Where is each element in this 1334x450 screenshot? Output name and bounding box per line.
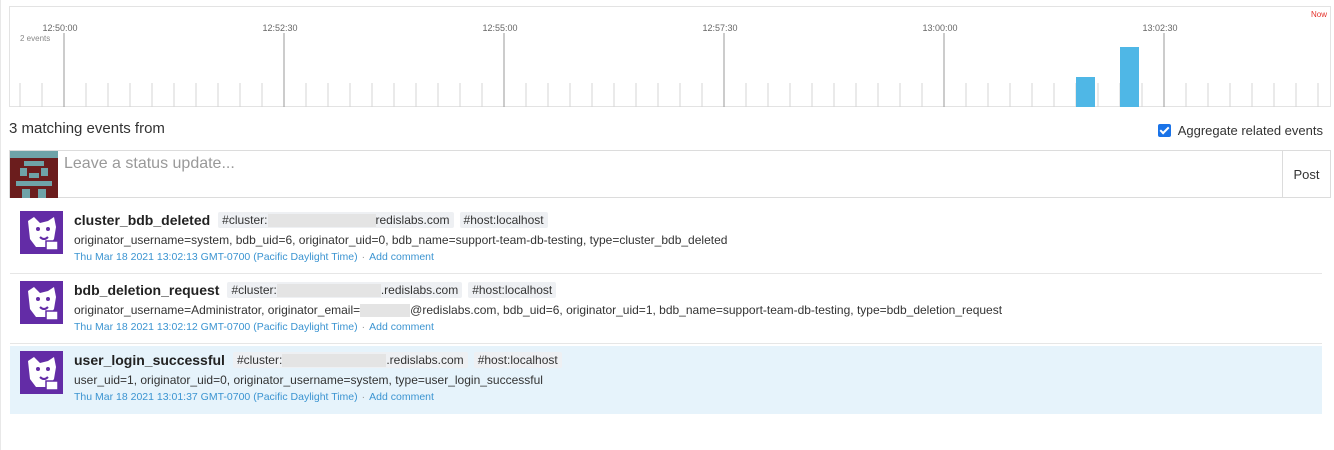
datadog-logo-icon [20, 211, 63, 254]
add-comment-link[interactable]: Add comment [369, 321, 434, 333]
cluster-tag-suffix: redislabs.com [375, 213, 450, 227]
event-body-text: originator_username=Administrator, origi… [74, 303, 361, 317]
matching-events-title: 3 matching events from [9, 120, 165, 137]
event-title[interactable]: cluster_bdb_deleted [74, 212, 210, 228]
cluster-tag-prefix: #cluster: [236, 353, 283, 367]
redacted-block [360, 303, 411, 317]
event-body-text: originator_username=system, bdb_uid=6, o… [74, 233, 728, 247]
aggregate-checkbox[interactable] [1157, 124, 1171, 137]
event-meta: Thu Mar 18 2021 13:02:12 GMT-0700 (Pacif… [74, 321, 434, 333]
host-tag[interactable]: #host:localhost [459, 212, 548, 228]
page-left-border [0, 0, 2, 450]
timeline-events-label: 2 events [20, 34, 51, 43]
timeline-event-bar[interactable] [1076, 77, 1095, 107]
timeline-time-label: 13:02:30 [1142, 23, 1178, 33]
event-item: user_login_successful #cluster: .redislab… [10, 346, 1322, 414]
event-body: user_uid=1, originator_uid=0, originator… [74, 373, 543, 387]
timeline-time-label: 12:57:30 [702, 23, 738, 33]
datadog-logo-icon [20, 281, 63, 324]
event-body: originator_username=system, bdb_uid=6, o… [74, 233, 727, 247]
event-divider [10, 343, 1322, 344]
datadog-logo-icon [20, 351, 63, 394]
host-tag[interactable]: #host:localhost [473, 352, 562, 368]
status-update-box: Leave a status update... Post [9, 150, 1331, 198]
post-button[interactable]: Post [1282, 151, 1330, 197]
meta-separator: · [361, 391, 366, 403]
timeline-time-label: 13:00:00 [922, 23, 958, 33]
timeline-time-label: 12:50:00 [42, 23, 78, 33]
event-meta: Thu Mar 18 2021 13:01:37 GMT-0700 (Pacif… [74, 391, 434, 403]
event-timeline[interactable]: 2 events Now 12:50:00 12:52:30 12:55:00 … [9, 6, 1331, 107]
cluster-tag[interactable]: #cluster: redislabs.com [218, 212, 454, 228]
event-date[interactable]: Thu Mar 18 2021 13:02:12 GMT-0700 (Pacif… [74, 321, 358, 333]
redacted-block [282, 353, 387, 367]
cluster-tag-prefix: #cluster: [231, 283, 277, 297]
event-divider [10, 273, 1322, 274]
timeline-now-label: Now [1310, 10, 1327, 19]
redacted-block [276, 283, 381, 297]
event-date[interactable]: Thu Mar 18 2021 13:01:37 GMT-0700 (Pacif… [74, 391, 358, 403]
redacted-block [267, 213, 376, 227]
cluster-tag[interactable]: #cluster: .redislabs.com [232, 352, 468, 368]
cluster-tag[interactable]: #cluster: .redislabs.com [227, 282, 463, 298]
add-comment-link[interactable]: Add comment [369, 251, 434, 263]
user-avatar [10, 151, 58, 198]
status-input[interactable]: Leave a status update... [58, 151, 1282, 197]
event-item: bdb_deletion_request #cluster: .redislabs… [10, 276, 1322, 344]
event-title[interactable]: user_login_successful [74, 352, 225, 368]
timeline-time-label: 12:55:00 [482, 23, 518, 33]
timeline-chart [19, 33, 1319, 107]
host-tag[interactable]: #host:localhost [468, 282, 557, 298]
meta-separator: · [361, 321, 366, 333]
timeline-event-bar[interactable] [1120, 47, 1139, 107]
event-body: originator_username=Administrator, origi… [74, 303, 1002, 317]
event-meta: Thu Mar 18 2021 13:02:13 GMT-0700 (Pacif… [74, 251, 434, 263]
event-body-text: user_uid=1, originator_uid=0, originator… [74, 373, 543, 387]
timeline-time-label: 12:52:30 [262, 23, 298, 33]
cluster-tag-suffix: .redislabs.com [386, 353, 464, 367]
add-comment-link[interactable]: Add comment [369, 391, 434, 403]
meta-separator: · [361, 251, 366, 263]
aggregate-toggle[interactable]: Aggregate related events [1157, 123, 1323, 138]
cluster-tag-suffix: .redislabs.com [380, 283, 459, 297]
event-item: cluster_bdb_deleted #cluster: redislabs.c… [10, 206, 1322, 274]
event-body-text-rest: @redislabs.com, bdb_uid=6, originator_ui… [410, 303, 1003, 317]
pixel-avatar-icon [10, 151, 58, 198]
aggregate-label: Aggregate related events [1177, 123, 1323, 138]
event-date[interactable]: Thu Mar 18 2021 13:02:13 GMT-0700 (Pacif… [74, 251, 358, 263]
cluster-tag-prefix: #cluster: [222, 213, 268, 227]
event-title[interactable]: bdb_deletion_request [74, 282, 219, 298]
